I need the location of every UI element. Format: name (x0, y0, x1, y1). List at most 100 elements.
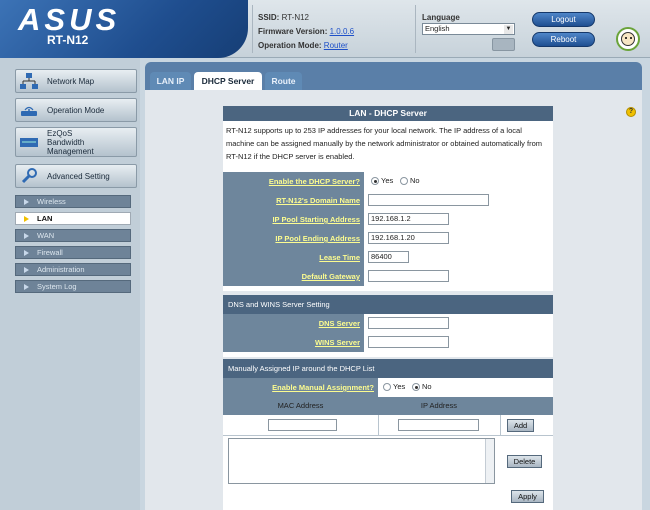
sidebar-item-wan[interactable]: WAN (15, 229, 131, 242)
manual-entry-row: Add (223, 415, 553, 436)
menu-network-map[interactable]: Network Map (15, 69, 137, 93)
language-select[interactable]: English ▼ (422, 23, 515, 35)
default-gateway-input[interactable] (368, 270, 449, 282)
ip-address-input[interactable] (398, 419, 479, 431)
list-scrollbar[interactable] (485, 439, 494, 483)
domain-name-row: RT-N12's Domain Name (223, 191, 553, 210)
dhcp-yes-radio[interactable] (371, 177, 379, 185)
language-label: Language (422, 13, 460, 22)
apply-row: Apply (223, 489, 553, 510)
mac-address-input[interactable] (268, 419, 337, 431)
manual-list-area: Delete (223, 436, 553, 490)
menu-label: Operation Mode (47, 106, 105, 115)
reboot-button[interactable]: Reboot (532, 32, 595, 47)
asus-logo: ASUS (18, 2, 121, 37)
firmware-version-link[interactable]: 1.0.0.6 (330, 27, 354, 36)
dhcp-no-radio[interactable] (400, 177, 408, 185)
dns-section-title: DNS and WINS Server Setting (223, 295, 553, 314)
router-icon (21, 106, 37, 116)
default-gateway-row: Default Gateway (223, 267, 553, 286)
ip-address-header: IP Address (420, 401, 458, 410)
dns-server-row: DNS Server (223, 314, 553, 333)
language-value: English (425, 24, 450, 33)
manual-no-label: No (422, 382, 432, 391)
column-divider (378, 415, 379, 436)
menu-operation-mode[interactable]: Operation Mode (15, 98, 137, 122)
lease-time-label[interactable]: Lease Time (223, 248, 364, 267)
pool-start-value: 192.168.1.2 (364, 210, 553, 229)
operation-mode-label: Operation Mode: (258, 41, 322, 50)
pool-end-input[interactable]: 192.168.1.20 (368, 232, 449, 244)
sidebar-item-label: LAN (37, 214, 53, 223)
lease-time-row: Lease Time 86400 (223, 248, 553, 267)
manual-assign-label[interactable]: Enable Manual Assignment? (223, 378, 378, 397)
manual-list-box[interactable] (228, 438, 495, 484)
pool-start-input[interactable]: 192.168.1.2 (368, 213, 449, 225)
arrow-right-icon (24, 284, 29, 290)
pool-end-value: 192.168.1.20 (364, 229, 553, 248)
language-apply-button[interactable] (492, 38, 515, 51)
operation-mode-info: Operation Mode: Router (258, 41, 348, 50)
lease-time-value: 86400 (364, 248, 553, 267)
sidebar-item-system-log[interactable]: System Log (15, 280, 131, 293)
arrow-right-icon (24, 216, 29, 222)
menu-label: Network Map (47, 77, 95, 86)
domain-name-label[interactable]: RT-N12's Domain Name (223, 191, 364, 210)
dhcp-yes-label: Yes (381, 176, 394, 185)
wrench-icon (21, 168, 37, 184)
menu-label: Advanced Setting (47, 172, 110, 181)
firmware-info: Firmware Version: 1.0.0.6 (258, 27, 354, 36)
menu-label-line: Management (47, 147, 94, 156)
dns-server-input[interactable] (368, 317, 449, 329)
sidebar-item-lan[interactable]: LAN (15, 212, 131, 225)
enable-dhcp-value: Yes No (364, 172, 553, 191)
wins-server-label[interactable]: WINS Server (223, 333, 364, 352)
sidebar-item-label: Wireless (37, 197, 66, 206)
sidebar-item-firewall[interactable]: Firewall (15, 246, 131, 259)
sidebar-item-wireless[interactable]: Wireless (15, 195, 131, 208)
ssid-value: RT-N12 (281, 13, 309, 22)
manual-assign-value: Yes No (378, 378, 553, 397)
operation-mode-link[interactable]: Router (324, 41, 348, 50)
network-map-icon (20, 73, 38, 89)
firmware-label: Firmware Version: (258, 27, 328, 36)
menu-label-line: EzQoS (47, 129, 73, 138)
form-description: RT-N12 supports up to 253 IP addresses f… (223, 121, 553, 172)
status-face-icon (616, 27, 640, 51)
dropdown-arrow-icon: ▼ (504, 25, 513, 34)
sidebar-item-label: WAN (37, 231, 55, 240)
menu-advanced-setting[interactable]: Advanced Setting (15, 164, 137, 188)
enable-dhcp-row: Enable the DHCP Server? Yes No (223, 172, 553, 191)
manual-no-radio[interactable] (412, 383, 420, 391)
logout-button[interactable]: Logout (532, 12, 595, 27)
manual-yes-radio[interactable] (383, 383, 391, 391)
manual-section-title: Manually Assigned IP around the DHCP Lis… (223, 359, 553, 378)
form-title: LAN - DHCP Server (223, 106, 553, 121)
tab-route[interactable]: Route (265, 72, 302, 90)
tab-lan-ip[interactable]: LAN IP (150, 72, 191, 90)
add-button[interactable]: Add (507, 419, 534, 432)
default-gateway-label[interactable]: Default Gateway (223, 267, 364, 286)
manual-yes-label: Yes (393, 382, 406, 391)
pool-start-label[interactable]: IP Pool Starting Address (223, 210, 364, 229)
arrow-right-icon (24, 233, 29, 239)
dns-server-label[interactable]: DNS Server (223, 314, 364, 333)
lease-time-input[interactable]: 86400 (368, 251, 409, 263)
section-spacer (223, 286, 553, 291)
dhcp-no-label: No (410, 176, 420, 185)
delete-button[interactable]: Delete (507, 455, 542, 468)
tab-bar: LAN IP DHCP Server Route (145, 62, 642, 90)
sidebar-item-administration[interactable]: Administration (15, 263, 131, 276)
tab-dhcp-server[interactable]: DHCP Server (194, 72, 262, 90)
pool-end-label[interactable]: IP Pool Ending Address (223, 229, 364, 248)
apply-button[interactable]: Apply (511, 490, 544, 503)
help-icon[interactable]: ? (626, 107, 636, 117)
domain-name-value (364, 191, 553, 210)
header-divider (252, 5, 253, 53)
ssid-info: SSID: RT-N12 (258, 13, 309, 22)
sidebar-item-label: System Log (37, 282, 77, 291)
enable-dhcp-label[interactable]: Enable the DHCP Server? (223, 172, 364, 191)
menu-ezqos[interactable]: EzQoS Bandwidth Management (15, 127, 137, 157)
domain-name-input[interactable] (368, 194, 489, 206)
wins-server-input[interactable] (368, 336, 449, 348)
